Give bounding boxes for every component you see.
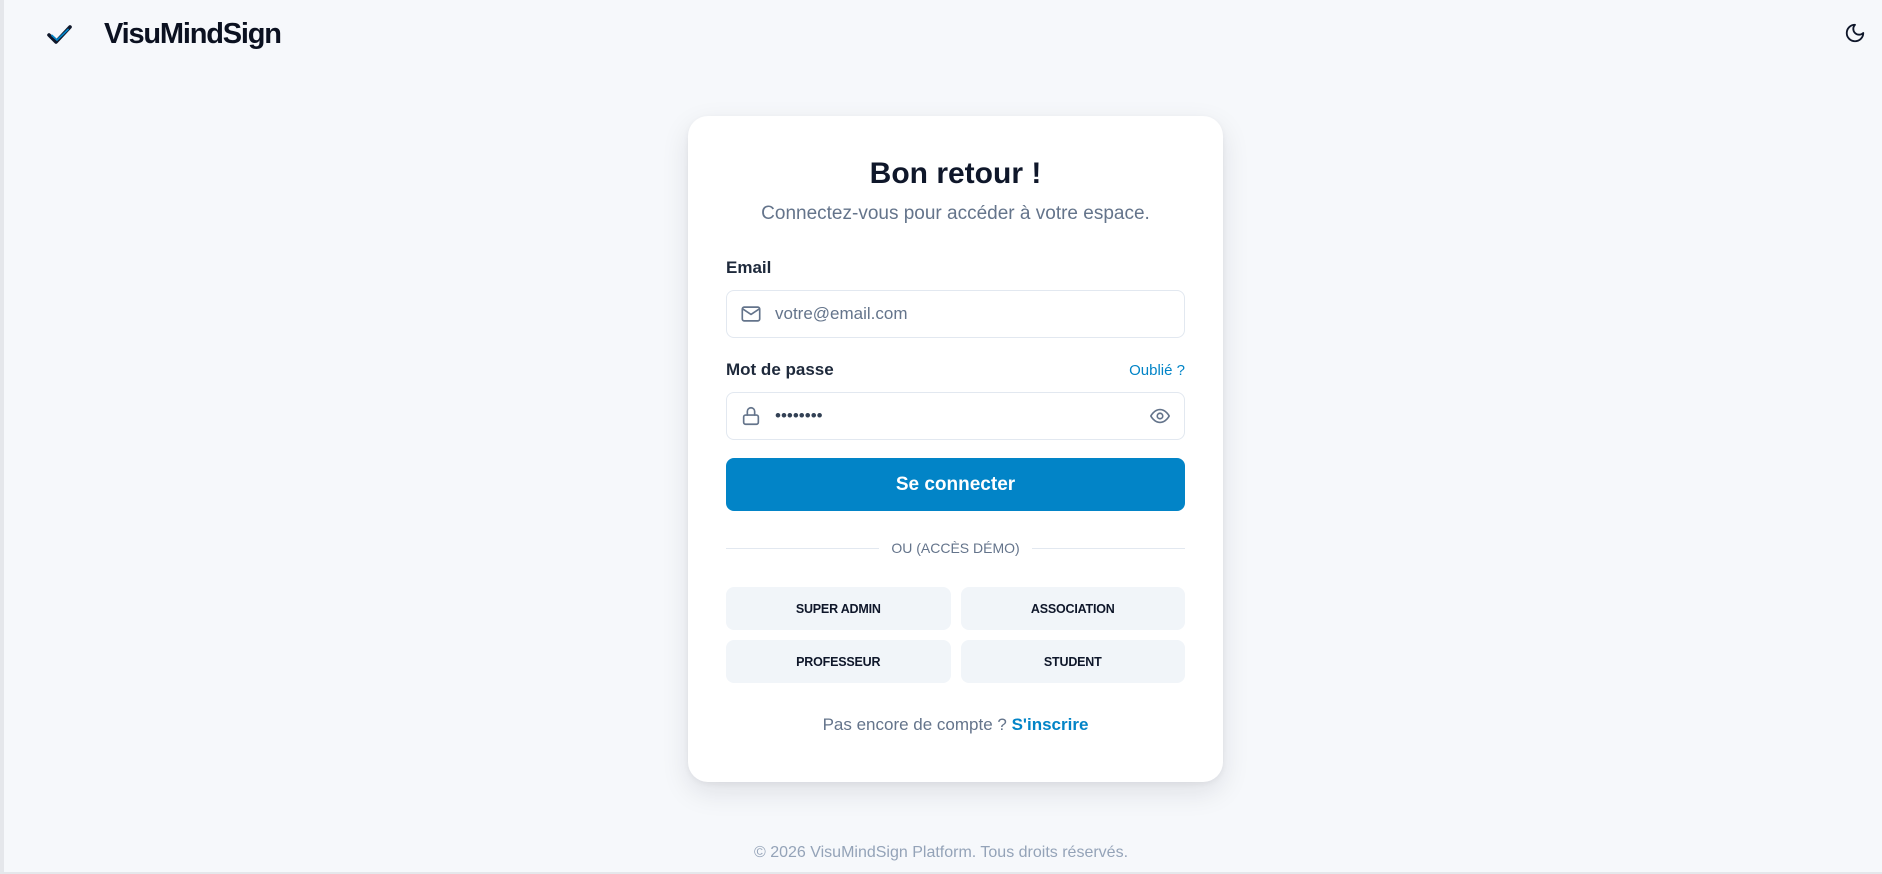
divider-line-right xyxy=(1031,547,1185,549)
brand-name: VisuMindSign xyxy=(104,18,282,50)
page-footer: © 2026 VisuMindSign Platform. Tous droit… xyxy=(753,844,1129,861)
left-edge-border xyxy=(0,0,4,874)
forgot-password-link[interactable]: Oublié ? xyxy=(1129,362,1185,379)
page-title: Bon retour ! xyxy=(869,157,1042,190)
signup-row: Pas encore de compte ? S'inscrire xyxy=(726,715,1185,735)
eye-icon[interactable] xyxy=(1148,404,1172,428)
demo-divider: OU (ACCÈS DÉMO) xyxy=(726,539,1185,557)
password-label-row: Mot de passe Oublié ? xyxy=(726,358,1185,382)
email-input[interactable] xyxy=(727,291,1184,337)
moon-icon xyxy=(1844,22,1866,49)
demo-access-grid: SUPER ADMIN ASSOCIATION PROFESSEUR STUDE… xyxy=(726,587,1185,683)
page-subtitle: Connectez-vous pour accéder à votre espa… xyxy=(761,203,1150,224)
check-logo-icon xyxy=(44,20,76,50)
demo-super-admin-button[interactable]: SUPER ADMIN xyxy=(726,587,951,630)
password-input[interactable] xyxy=(727,393,1184,439)
login-card: Bon retour ! Connectez-vous pour accéder… xyxy=(688,116,1223,782)
demo-student-button[interactable]: STUDENT xyxy=(960,640,1185,683)
password-field-wrapper xyxy=(726,392,1185,440)
login-submit-button[interactable]: Se connecter xyxy=(726,458,1185,511)
demo-professeur-button[interactable]: PROFESSEUR xyxy=(726,640,951,683)
signup-prompt: Pas encore de compte ? xyxy=(822,715,1007,734)
password-label: Mot de passe xyxy=(726,360,834,379)
divider-label: OU (ACCÈS DÉMO) xyxy=(891,540,1020,556)
email-label-row: Email xyxy=(726,256,1185,280)
email-field-wrapper xyxy=(726,290,1185,338)
top-header: VisuMindSign xyxy=(0,0,1882,70)
signup-link[interactable]: S'inscrire xyxy=(1012,715,1089,734)
theme-toggle-button[interactable] xyxy=(1840,20,1870,50)
lock-icon xyxy=(739,404,763,428)
email-label: Email xyxy=(726,258,772,277)
mail-icon xyxy=(739,302,763,326)
brand-logo[interactable]: VisuMindSign xyxy=(44,18,282,51)
demo-association-button[interactable]: ASSOCIATION xyxy=(960,587,1185,630)
divider-line-left xyxy=(726,547,880,549)
